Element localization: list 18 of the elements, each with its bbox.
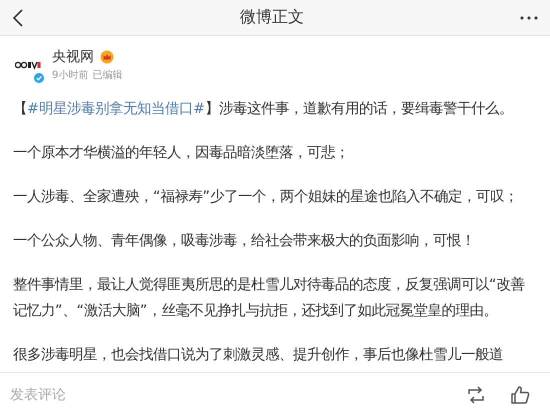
thumbs-up-icon[interactable] — [510, 385, 530, 405]
more-icon[interactable] — [520, 16, 538, 20]
author-name[interactable]: 央视网 — [52, 48, 94, 66]
crown-badge-icon — [100, 50, 114, 64]
post-paragraph: 一个原本才华横溢的年轻人，因毒品暗淡堕落，可悲； — [13, 144, 350, 163]
edited-label: 已编辑 — [92, 68, 122, 82]
post-paragraph: 很多涉毒明星，也会找借口说为了刺激灵感、提升创作，事后也像杜雪儿一般道 — [13, 346, 504, 365]
comment-field[interactable]: 发表评论 — [10, 383, 442, 407]
back-icon[interactable] — [12, 8, 24, 28]
avatar-logo-icon[interactable] — [15, 60, 41, 70]
repost-icon[interactable] — [466, 386, 486, 404]
post-paragraph: 一个公众人物、青年偶像，吸毒涉毒，给社会带来极大的负面影响，可恨！ — [13, 232, 476, 251]
page-title: 微博正文 — [240, 7, 304, 28]
post-time: 9小时前 — [52, 68, 88, 82]
post-paragraph: 【#明星涉毒别拿无知当借口#】涉毒这件事，道歉有用的话，要缉毒警干什么。 — [13, 100, 514, 119]
hashtag-link[interactable]: #明星涉毒别拿无知当借口# — [27, 101, 206, 117]
post-paragraph: 整件事情里，最让人觉得匪夷所思的是杜雪儿对待毒品的态度，反复强调可以“改善记忆力”、“激活大脑”，丝毫不见挣扎与抗拒，还找到了如此冠冕堂皇的理由。 — [13, 276, 526, 321]
post-paragraph: 一人涉毒、全家遭殃，“福禄寿”少了一个，两个姐妹的星途也陷入不确定，可叹； — [13, 188, 519, 207]
